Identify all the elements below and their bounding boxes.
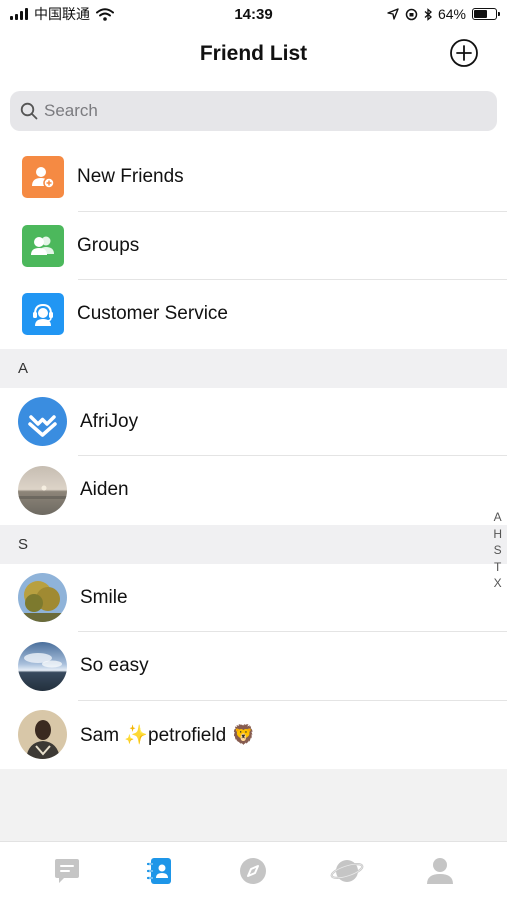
- search-box[interactable]: [10, 91, 497, 131]
- status-left: 中国联通: [10, 4, 387, 24]
- section-header-a: A: [0, 348, 507, 388]
- index-letter-t[interactable]: T: [494, 559, 501, 576]
- tab-contacts[interactable]: [140, 851, 180, 891]
- contact-row-aiden[interactable]: Aiden: [0, 456, 507, 525]
- headset-icon: [22, 293, 64, 336]
- contact-row-smile[interactable]: Smile: [0, 563, 507, 632]
- contact-row-afrijoy[interactable]: AfriJoy: [0, 387, 507, 456]
- menu-item-groups[interactable]: Groups: [0, 211, 507, 280]
- tab-profile[interactable]: [420, 851, 460, 891]
- search-icon: [20, 102, 38, 120]
- menu-item-label: Groups: [77, 234, 140, 256]
- contact-name: Sam ✨petrofield 🦁: [80, 724, 256, 746]
- contact-name: Aiden: [80, 479, 129, 501]
- tab-discover[interactable]: [233, 851, 273, 891]
- contacts-icon: [146, 858, 172, 884]
- planet-icon: [330, 860, 364, 882]
- tab-planet[interactable]: [327, 851, 367, 891]
- menu-item-new-friends[interactable]: New Friends: [0, 143, 507, 212]
- person-portrait-photo-avatar: [18, 710, 67, 760]
- carrier-name: 中国联通: [34, 6, 90, 22]
- index-letter-s[interactable]: S: [494, 542, 502, 559]
- wifi-icon: [96, 7, 114, 21]
- rotation-lock-icon: [405, 8, 418, 20]
- group-icon: [22, 224, 64, 267]
- menu-item-label: New Friends: [77, 166, 184, 188]
- plus-circle-icon: [450, 39, 478, 67]
- add-friend-icon: [22, 156, 64, 199]
- autumn-tree-photo-avatar: [18, 573, 67, 623]
- tab-bar: [0, 841, 507, 900]
- menu-item-customer-service[interactable]: Customer Service: [0, 280, 507, 349]
- battery-level-fill: [474, 10, 488, 18]
- alphabet-index[interactable]: A H S T X: [493, 509, 502, 592]
- lake-sky-photo-avatar: [18, 641, 67, 691]
- contact-row-so-easy[interactable]: So easy: [0, 632, 507, 701]
- search-bar: [0, 80, 507, 144]
- status-bar: 中国联通 14:39 64%: [0, 0, 507, 28]
- afrijoy-logo-avatar: [18, 397, 67, 447]
- page-title: Friend List: [199, 42, 308, 65]
- index-letter-x[interactable]: X: [494, 575, 502, 592]
- menu-item-label: Customer Service: [77, 303, 228, 325]
- sunset-sea-photo-avatar: [18, 465, 67, 515]
- index-letter-h[interactable]: H: [493, 526, 502, 543]
- nav-bar: Friend List: [0, 28, 507, 80]
- search-input[interactable]: [44, 101, 444, 121]
- location-arrow-icon: [387, 8, 399, 20]
- status-right: 64%: [387, 6, 500, 22]
- section-header-s: S: [0, 524, 507, 564]
- battery-icon: [472, 8, 500, 20]
- index-letter-a[interactable]: A: [494, 509, 502, 526]
- profile-icon: [427, 858, 454, 884]
- bluetooth-icon: [424, 7, 432, 21]
- tab-chats[interactable]: [47, 851, 87, 891]
- contact-name: Smile: [80, 586, 128, 608]
- add-button[interactable]: [449, 38, 479, 68]
- battery-percent: 64%: [437, 6, 466, 22]
- chat-icon: [54, 859, 79, 883]
- discover-compass-icon: [240, 858, 267, 884]
- friend-list: New Friends Groups Customer Service A Af…: [0, 143, 507, 769]
- signal-strength-icon: [10, 8, 28, 20]
- contact-row-sam[interactable]: Sam ✨petrofield 🦁: [0, 700, 507, 769]
- contact-name: So easy: [80, 655, 149, 677]
- contact-name: AfriJoy: [80, 410, 139, 432]
